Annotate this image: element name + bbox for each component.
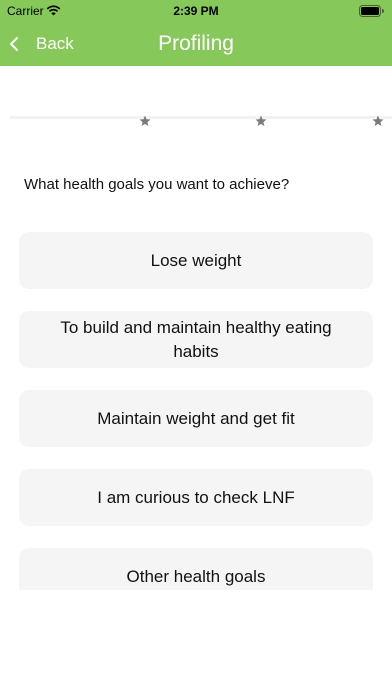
option-label: Maintain weight and get fit <box>97 408 295 428</box>
option-maintain-weight[interactable]: Maintain weight and get fit <box>19 390 373 447</box>
option-label: Lose weight <box>150 250 242 270</box>
option-lose-weight[interactable]: Lose weight <box>19 232 373 289</box>
option-label: To build and maintain healthy eating hab… <box>60 317 332 361</box>
option-check-lnf[interactable]: I am curious to check LNF <box>19 469 373 526</box>
options-scroll-area: Lose weight To build and maintain health… <box>0 0 392 590</box>
option-healthy-eating[interactable]: To build and maintain healthy eating hab… <box>19 311 373 368</box>
option-label: I am curious to check LNF <box>97 487 295 507</box>
option-other-goals[interactable]: Other health goals <box>19 548 373 590</box>
option-label: Other health goals <box>126 566 266 586</box>
